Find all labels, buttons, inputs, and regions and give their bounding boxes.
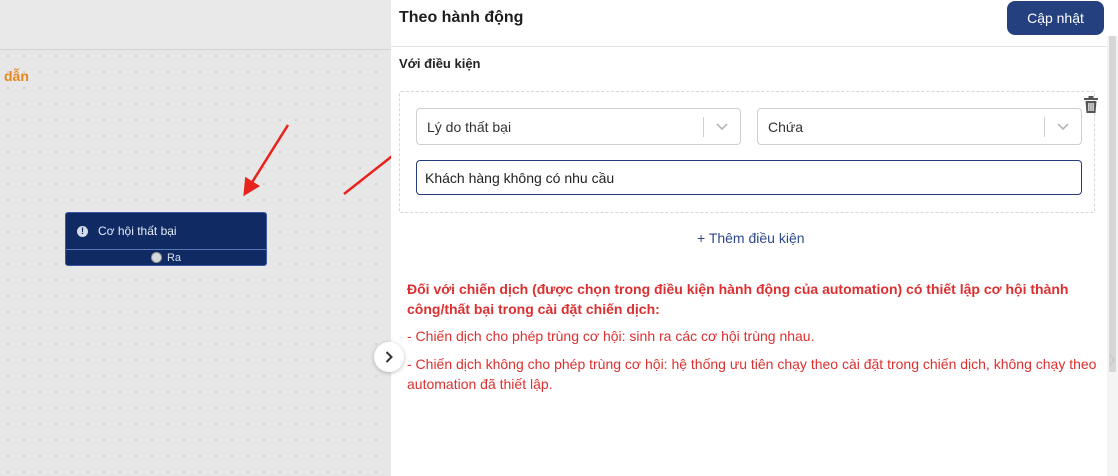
trash-icon[interactable] xyxy=(1084,96,1098,113)
node-header: ! Cơ hội thất bại xyxy=(66,213,266,250)
automation-canvas[interactable]: dẫn ! Cơ hội thất bại Ra xyxy=(0,0,391,476)
failed-opportunity-node[interactable]: ! Cơ hội thất bại Ra xyxy=(65,212,267,266)
chevron-down-icon[interactable] xyxy=(1045,122,1081,131)
node-output: Ra xyxy=(66,250,266,265)
scrollbar-thumb[interactable] xyxy=(1109,36,1116,372)
condition-field-select[interactable]: Lý do thất bại xyxy=(416,108,741,145)
node-title: Cơ hội thất bại xyxy=(98,224,177,238)
update-button[interactable]: Cập nhật xyxy=(1007,1,1104,35)
condition-section-label: Với điều kiện xyxy=(399,56,481,71)
collapse-panel-button[interactable] xyxy=(374,342,404,372)
add-condition-link[interactable]: + Thêm điều kiện xyxy=(697,230,805,246)
panel-header: Theo hành động Cập nhật xyxy=(391,0,1118,47)
note-item-duplicate-allowed: - Chiến dịch cho phép trùng cơ hội: sinh… xyxy=(407,328,815,344)
condition-value-input[interactable] xyxy=(416,160,1082,195)
chevron-down-icon[interactable] xyxy=(704,122,740,131)
panel-title: Theo hành động xyxy=(399,9,524,26)
condition-field-value: Lý do thất bại xyxy=(427,118,512,135)
chevron-right-icon xyxy=(1108,354,1116,366)
canvas-toolbar xyxy=(0,0,391,50)
condition-operator-value: Chứa xyxy=(768,118,804,135)
note-item-duplicate-not-allowed: - Chiến dịch không cho phép trùng cơ hội… xyxy=(407,356,1097,392)
output-label: Ra xyxy=(166,251,182,264)
chevron-right-icon xyxy=(385,351,393,363)
condition-operator-select[interactable]: Chứa xyxy=(757,108,1082,145)
note-heading: Đối với chiến dịch (được chọn trong điều… xyxy=(407,281,1069,317)
output-port[interactable] xyxy=(150,252,162,263)
guide-link[interactable]: dẫn xyxy=(4,68,29,84)
action-settings-panel: Theo hành động Cập nhật Với điều kiện Lý… xyxy=(391,0,1118,476)
alert-circle-icon: ! xyxy=(77,225,88,237)
